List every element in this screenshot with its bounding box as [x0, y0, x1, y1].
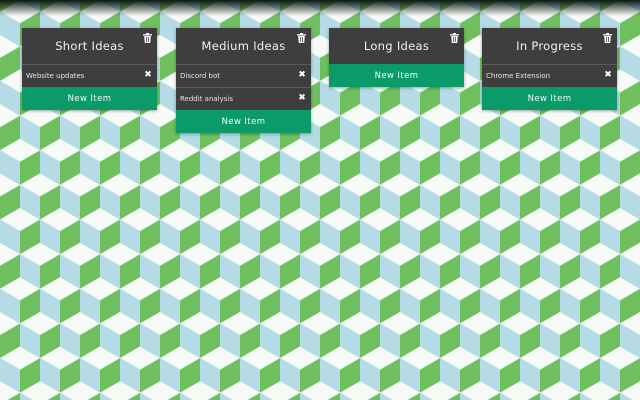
new-item-button[interactable]: New Item: [482, 87, 617, 110]
list-item[interactable]: Discord bot ✖: [176, 64, 311, 87]
trash-icon[interactable]: [143, 33, 152, 43]
new-item-button[interactable]: New Item: [176, 110, 311, 133]
list-item[interactable]: Reddit analysis ✖: [176, 87, 311, 110]
column-title: Medium Ideas: [201, 39, 286, 53]
trash-icon[interactable]: [603, 33, 612, 43]
new-item-button[interactable]: New Item: [22, 87, 157, 110]
kanban-board: Short Ideas Website updates ✖ New Item M…: [0, 0, 640, 400]
column-title: In Progress: [516, 39, 583, 53]
new-item-button[interactable]: New Item: [329, 64, 464, 87]
close-icon[interactable]: ✖: [604, 71, 612, 80]
column-title: Long Ideas: [363, 39, 430, 53]
column-header: Long Ideas: [329, 28, 464, 64]
trash-icon[interactable]: [297, 33, 306, 43]
column-header: Short Ideas: [22, 28, 157, 64]
column-short-ideas: Short Ideas Website updates ✖ New Item: [22, 28, 157, 110]
item-label: Reddit analysis: [180, 95, 233, 103]
item-label: Discord bot: [180, 72, 221, 80]
column-long-ideas: Long Ideas New Item: [329, 28, 464, 87]
item-label: Website updates: [26, 72, 85, 80]
close-icon[interactable]: ✖: [298, 71, 306, 80]
list-item[interactable]: Website updates ✖: [22, 64, 157, 87]
close-icon[interactable]: ✖: [144, 71, 152, 80]
column-header: In Progress: [482, 28, 617, 64]
column-header: Medium Ideas: [176, 28, 311, 64]
column-medium-ideas: Medium Ideas Discord bot ✖ Reddit analys…: [176, 28, 311, 133]
column-in-progress: In Progress Chrome Extension ✖ New Item: [482, 28, 617, 110]
item-label: Chrome Extension: [486, 72, 551, 80]
trash-icon[interactable]: [450, 33, 459, 43]
list-item[interactable]: Chrome Extension ✖: [482, 64, 617, 87]
column-title: Short Ideas: [55, 39, 124, 53]
close-icon[interactable]: ✖: [298, 94, 306, 103]
